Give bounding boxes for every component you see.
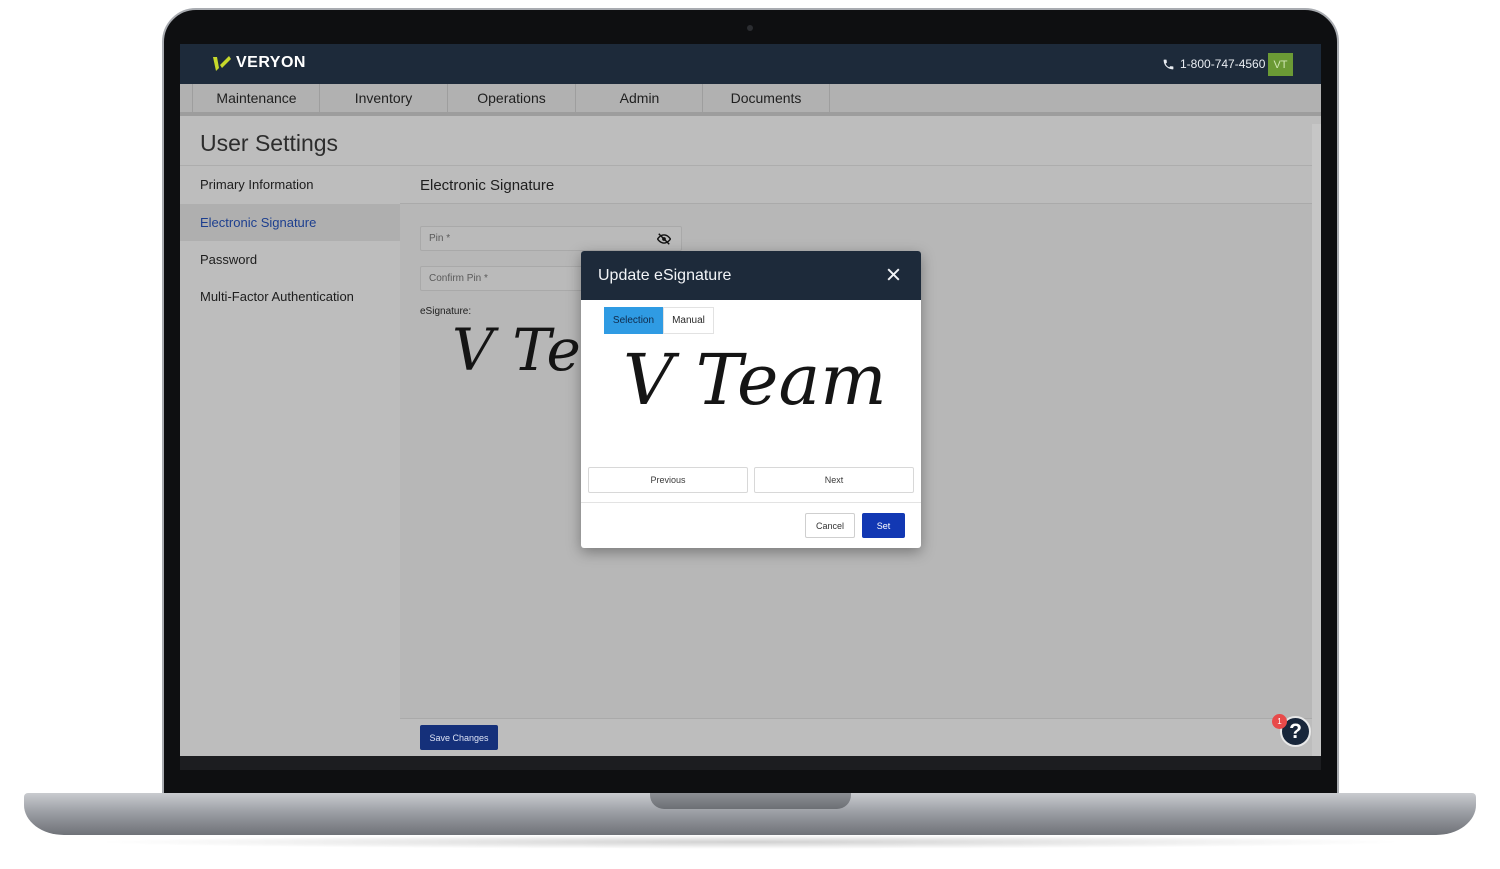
tab-inventory[interactable]: Inventory [319, 84, 447, 112]
section-title: Electronic Signature [420, 177, 555, 194]
pin-field[interactable]: Pin * [420, 226, 682, 251]
veryon-logo-icon [213, 56, 231, 71]
laptop-notch [650, 793, 851, 809]
page-title: User Settings [200, 130, 339, 156]
scrollbar[interactable] [1312, 124, 1321, 756]
cancel-button[interactable]: Cancel [805, 513, 855, 538]
set-button[interactable]: Set [862, 513, 905, 538]
signature-preview: V Team [623, 339, 887, 421]
top-bar: VERYON 1-800-747-4560 VT [180, 44, 1321, 84]
sidebar-item-multi-factor-authentication[interactable]: Multi-Factor Authentication [180, 278, 400, 315]
update-esignature-dialog: Update eSignature Selection Manual V Tea… [581, 251, 921, 548]
close-icon[interactable] [885, 266, 902, 283]
camera-icon [747, 25, 753, 31]
phone-icon [1163, 59, 1174, 69]
logo-text: VERYON [236, 54, 306, 71]
confirm-pin-placeholder: Confirm Pin * [429, 273, 488, 284]
screen-bezel [180, 756, 1321, 770]
save-changes-button[interactable]: Save Changes [420, 725, 498, 750]
notification-badge: 1 [1272, 714, 1287, 729]
laptop-shadow [90, 835, 1410, 849]
next-button[interactable]: Next [754, 467, 914, 493]
phone-number: 1-800-747-4560 [1180, 57, 1266, 71]
veryon-logo[interactable]: VERYON [212, 53, 306, 73]
app-screen: VERYON 1-800-747-4560 VT Maintenance Inv… [180, 44, 1321, 756]
settings-sidebar: Primary Information Electronic Signature… [180, 166, 400, 756]
dialog-divider [581, 502, 921, 503]
laptop-mockup: VERYON 1-800-747-4560 VT Maintenance Inv… [0, 0, 1500, 869]
settings-footer: Save Changes [400, 718, 1312, 756]
dialog-header: Update eSignature [581, 251, 921, 300]
dialog-title: Update eSignature [598, 267, 732, 284]
tab-operations[interactable]: Operations [447, 84, 575, 112]
avatar[interactable]: VT [1268, 53, 1293, 76]
tab-admin[interactable]: Admin [575, 84, 703, 112]
tab-manual[interactable]: Manual [663, 307, 714, 334]
tab-documents[interactable]: Documents [702, 84, 830, 112]
tab-selection[interactable]: Selection [604, 307, 663, 334]
pin-placeholder: Pin * [429, 233, 451, 244]
previous-button[interactable]: Previous [588, 467, 748, 493]
sidebar-item-password[interactable]: Password [180, 241, 400, 278]
sidebar-item-primary-information[interactable]: Primary Information [180, 166, 400, 203]
eye-slash-icon[interactable] [657, 233, 671, 245]
main-nav: Maintenance Inventory Operations Admin D… [180, 84, 1321, 116]
support-phone[interactable]: 1-800-747-4560 [1162, 57, 1265, 71]
tab-maintenance[interactable]: Maintenance [192, 84, 320, 112]
current-signature: V Te [452, 316, 581, 384]
section-header: Electronic Signature [400, 166, 1312, 204]
sidebar-item-electronic-signature[interactable]: Electronic Signature [180, 204, 400, 241]
